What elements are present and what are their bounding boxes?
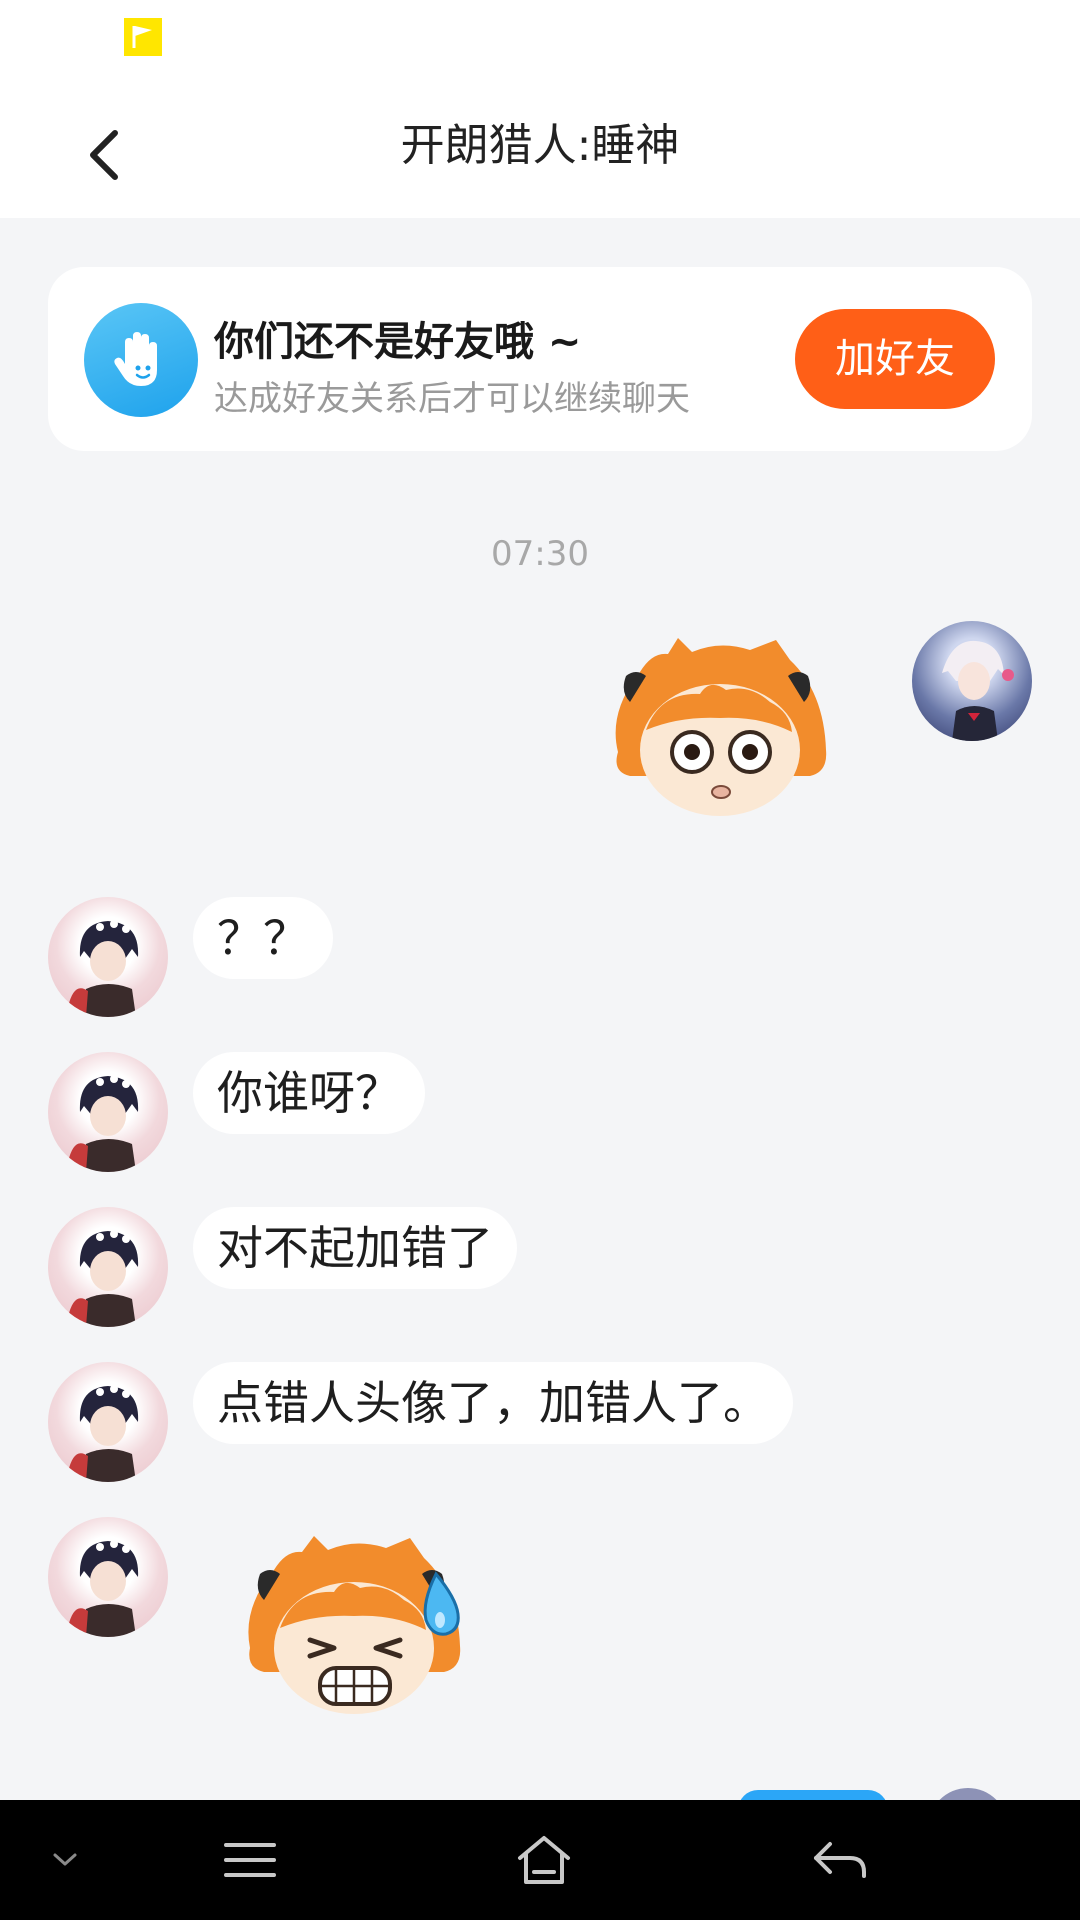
back-arrow-icon <box>814 1842 866 1878</box>
not-friend-banner: 你们还不是好友哦 ~ 达成好友关系后才可以继续聊天 加好友 <box>48 267 1032 451</box>
banner-title: 你们还不是好友哦 ~ <box>214 319 582 365</box>
contact-avatar[interactable] <box>48 1517 168 1637</box>
add-friend-button[interactable]: 加好友 <box>795 309 995 409</box>
yellow-flag-icon <box>124 18 162 56</box>
self-avatar-image <box>942 640 1014 741</box>
contact-avatar-image <box>68 920 139 1017</box>
hand-glyph <box>114 332 157 386</box>
menu-icon <box>224 1843 276 1877</box>
home-icon <box>518 1836 570 1884</box>
system-back-button[interactable] <box>790 1800 890 1920</box>
message-bubble[interactable]: ？？ <box>193 897 333 979</box>
awkward-sweat-sticker[interactable] <box>236 1528 476 1728</box>
surprised-sticker[interactable] <box>600 632 840 832</box>
contact-avatar-image <box>68 1385 139 1482</box>
message-bubble[interactable]: 对不起加错了 <box>193 1207 517 1289</box>
contact-avatar[interactable] <box>48 1362 168 1482</box>
waving-hand-icon <box>84 303 198 417</box>
menu-button[interactable] <box>200 1800 300 1920</box>
self-avatar[interactable] <box>912 621 1032 741</box>
message-timestamp: 07:30 <box>491 534 589 574</box>
system-nav-bar <box>0 1800 1080 1920</box>
chevron-down-icon <box>53 1853 77 1866</box>
collapse-button[interactable] <box>30 1800 100 1920</box>
contact-avatar-image <box>68 1075 139 1172</box>
message-bubble[interactable]: 点错人头像了，加错人了。 <box>193 1362 793 1444</box>
message-bubble[interactable]: 你谁呀？ <box>193 1052 425 1134</box>
chat-screen: 开朗猎人:睡神 你们还不是好友哦 ~ 达成好友关系后才可以继续聊天 加好友 07… <box>0 0 1080 1920</box>
title-bar: 开朗猎人:睡神 <box>0 90 1080 218</box>
contact-avatar[interactable] <box>48 1207 168 1327</box>
banner-subtitle: 达成好友关系后才可以继续聊天 <box>214 379 690 419</box>
contact-avatar[interactable] <box>48 1052 168 1172</box>
page-title: 开朗猎人:睡神 <box>400 120 680 171</box>
contact-avatar-image <box>68 1540 139 1637</box>
status-bar <box>0 0 1080 90</box>
home-button[interactable] <box>494 1800 594 1920</box>
contact-avatar[interactable] <box>48 897 168 1017</box>
contact-avatar-image <box>68 1230 139 1327</box>
